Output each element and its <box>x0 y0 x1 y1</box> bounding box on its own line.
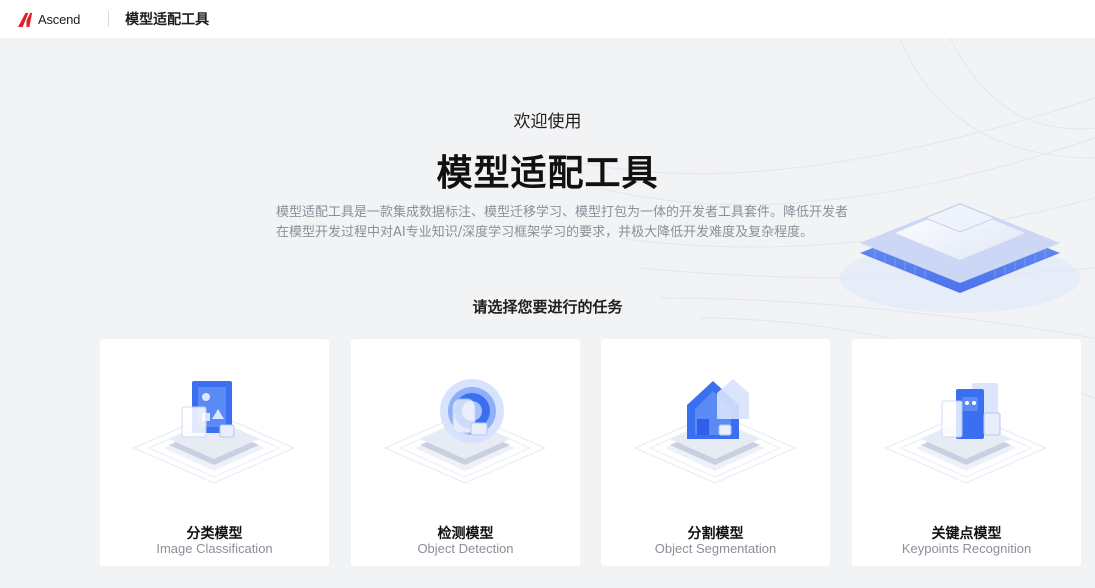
hero-title: 模型适配工具 <box>436 153 659 194</box>
welcome-text: 欢迎使用 <box>513 112 582 132</box>
description-line-1: 模型适配工具是一款集成数据标注、模型迁移学习、模型打包为一体的开发者工具套件。降… <box>276 205 849 220</box>
description-line-2: 在模型开发过程中对AI专业知识/深度学习框架学习的要求，并极大降低开发难度及复杂… <box>276 225 814 240</box>
card-subtitle: Keypoints Recognition <box>901 541 1032 556</box>
card-image-classification[interactable]: 分类模型 Image Classification <box>100 339 329 566</box>
hero-description: 模型适配工具是一款集成数据标注、模型迁移学习、模型打包为一体的开发者工具套件。降… <box>276 203 936 243</box>
card-title: 检测模型 <box>437 526 494 542</box>
object-detection-icon <box>383 379 547 484</box>
app-title: 模型适配工具 <box>125 12 210 28</box>
ascend-logo[interactable]: Ascend <box>17 11 80 28</box>
ascend-logo-icon <box>18 12 33 27</box>
card-subtitle: Object Detection <box>417 541 514 556</box>
card-keypoints-recognition[interactable]: 关键点模型 Keypoints Recognition <box>852 339 1081 566</box>
card-title: 关键点模型 <box>931 526 1002 542</box>
object-segmentation-icon <box>633 379 797 484</box>
header-divider <box>108 11 110 27</box>
card-object-segmentation[interactable]: 分割模型 Object Segmentation <box>601 339 830 566</box>
card-subtitle: Object Segmentation <box>654 541 777 556</box>
card-object-detection[interactable]: 检测模型 Object Detection <box>351 339 580 566</box>
keypoints-recognition-icon <box>884 383 1048 484</box>
card-title: 分类模型 <box>186 526 243 542</box>
card-title: 分割模型 <box>687 526 744 542</box>
card-subtitle: Image Classification <box>156 541 273 556</box>
task-prompt: 请选择您要进行的任务 <box>472 298 623 316</box>
main-content: 欢迎使用 模型适配工具 模型适配工具是一款集成数据标注、模型迁移学习、模型打包为… <box>0 38 1095 588</box>
top-bar: Ascend 模型适配工具 <box>0 0 1095 38</box>
image-classification-icon <box>132 381 296 484</box>
logo-text: Ascend <box>38 11 81 27</box>
